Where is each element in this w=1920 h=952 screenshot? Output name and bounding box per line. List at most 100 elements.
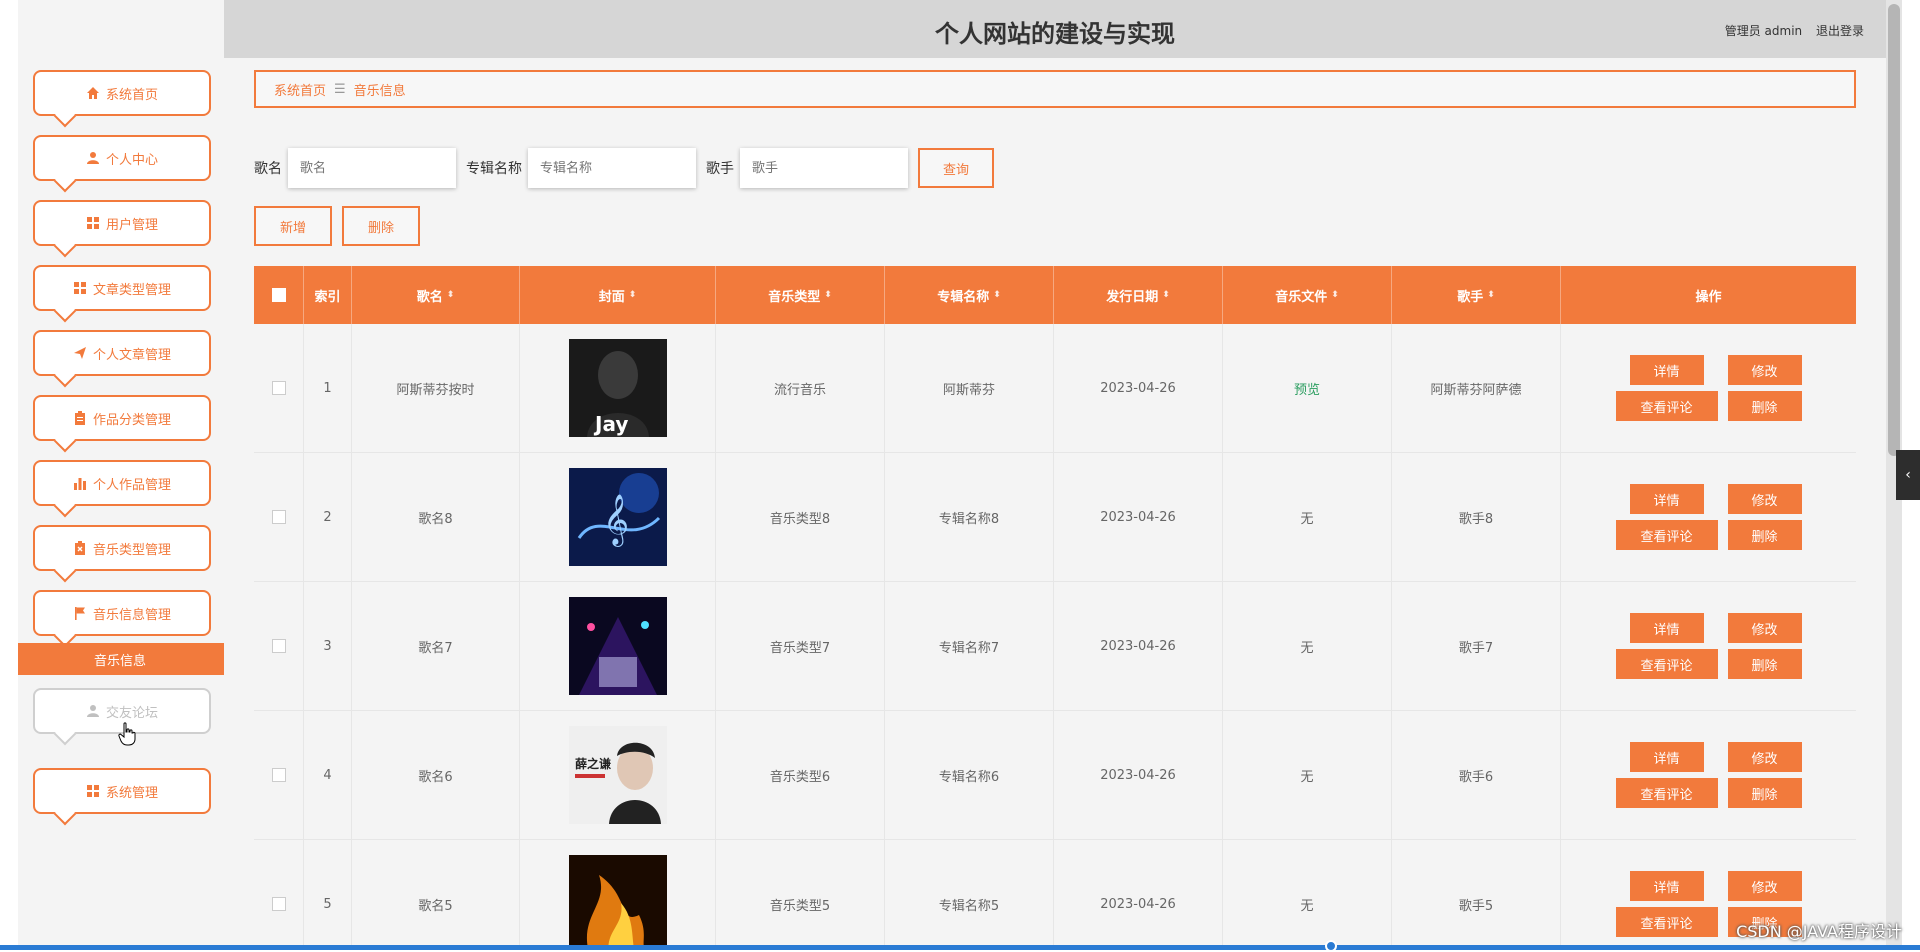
view-comments-button[interactable]: 查看评论 [1615, 520, 1718, 550]
row-file: 无 [1223, 453, 1392, 581]
table-row: 4 歌名6 薛之谦 音乐类型6 专辑名称6 2023-04-26 无 歌手6 详… [254, 711, 1856, 840]
col-song[interactable]: 歌名 ⬍ [352, 266, 520, 324]
col-cover[interactable]: 封面 ⬍ [520, 266, 716, 324]
left-margin [0, 0, 18, 950]
row-date: 2023-04-26 [1054, 840, 1223, 950]
flag-icon [73, 606, 87, 620]
view-comments-button[interactable]: 查看评论 [1615, 907, 1718, 937]
sidebar-item-home[interactable]: 系统首页 [33, 70, 211, 116]
row-checkbox[interactable] [271, 639, 286, 653]
sidebar-item-music-info[interactable]: 音乐信息管理 [33, 590, 211, 636]
sidebar-item-articles[interactable]: 个人文章管理 [33, 330, 211, 376]
grid-icon [86, 216, 100, 230]
edit-button[interactable]: 修改 [1727, 355, 1802, 385]
col-album[interactable]: 专辑名称 ⬍ [885, 266, 1054, 324]
row-index: 5 [304, 840, 352, 950]
sort-icon: ⬍ [993, 290, 1001, 300]
sidebar: 系统首页 个人中心 用户管理 文章类型管理 个人文章管理 作品分类管理 个人作品… [18, 0, 224, 950]
album-label: 专辑名称 [466, 161, 522, 177]
sidebar-subitem-music-info[interactable]: 音乐信息 [18, 643, 224, 675]
sidebar-item-article-types[interactable]: 文章类型管理 [33, 265, 211, 311]
video-progress-bar[interactable] [0, 945, 1920, 950]
col-date[interactable]: 发行日期 ⬍ [1054, 266, 1223, 324]
sidebar-item-music-types[interactable]: 音乐类型管理 [33, 525, 211, 571]
clipboard-x-icon [73, 541, 87, 555]
action-bar: 新增 删除 [254, 206, 420, 246]
scrollbar-thumb[interactable] [1888, 4, 1900, 456]
edit-button[interactable]: 修改 [1727, 742, 1802, 772]
row-singer: 阿斯蒂芬阿萨德 [1392, 324, 1561, 452]
cover-image [568, 855, 667, 950]
row-index: 3 [304, 582, 352, 710]
preview-link[interactable]: 预览 [1294, 379, 1320, 398]
sidebar-item-profile[interactable]: 个人中心 [33, 135, 211, 181]
grid-icon [73, 281, 87, 295]
row-song: 阿斯蒂芬按时 [352, 324, 520, 452]
row-actions: 详情 修改 查看评论 删除 [1615, 484, 1802, 550]
breadcrumb-home[interactable]: 系统首页 [274, 80, 326, 99]
cover-image [568, 597, 667, 695]
singer-input[interactable] [740, 148, 908, 188]
sort-icon: ⬍ [446, 290, 455, 300]
bulk-delete-button[interactable]: 删除 [342, 206, 420, 246]
detail-button[interactable]: 详情 [1629, 484, 1704, 514]
col-file[interactable]: 音乐文件 ⬍ [1223, 266, 1392, 324]
svg-text:薛之谦: 薛之谦 [575, 756, 611, 771]
sort-icon: ⬍ [1331, 290, 1339, 300]
row-actions: 详情 修改 查看评论 删除 [1615, 742, 1802, 808]
album-input[interactable] [528, 148, 696, 188]
edit-button[interactable]: 修改 [1727, 613, 1802, 643]
row-singer: 歌手7 [1392, 582, 1561, 710]
detail-button[interactable]: 详情 [1629, 355, 1704, 385]
detail-button[interactable]: 详情 [1629, 742, 1704, 772]
query-button[interactable]: 查询 [918, 148, 994, 188]
row-song: 歌名5 [352, 840, 520, 950]
select-all-checkbox[interactable] [271, 288, 286, 302]
song-label: 歌名 [254, 161, 282, 177]
row-file: 无 [1223, 711, 1392, 839]
delete-button[interactable]: 删除 [1727, 520, 1802, 550]
progress-handle[interactable] [1325, 940, 1337, 952]
delete-button[interactable]: 删除 [1727, 649, 1802, 679]
row-type: 流行音乐 [716, 324, 885, 452]
table-row: 3 歌名7 音乐类型7 专辑名称7 2023-04-26 无 歌手7 详情 修改… [254, 582, 1856, 711]
row-checkbox[interactable] [271, 510, 286, 524]
song-input[interactable] [288, 148, 456, 188]
row-album: 专辑名称7 [885, 582, 1054, 710]
row-index: 4 [304, 711, 352, 839]
edit-button[interactable]: 修改 [1727, 484, 1802, 514]
row-checkbox[interactable] [271, 381, 286, 395]
add-button[interactable]: 新增 [254, 206, 332, 246]
sidebar-item-system[interactable]: 系统管理 [33, 768, 211, 814]
view-comments-button[interactable]: 查看评论 [1615, 649, 1718, 679]
sidebar-item-work-categories[interactable]: 作品分类管理 [33, 395, 211, 441]
logout-link[interactable]: 退出登录 [1816, 24, 1864, 38]
sidebar-item-works[interactable]: 个人作品管理 [33, 460, 211, 506]
row-singer: 歌手6 [1392, 711, 1561, 839]
delete-button[interactable]: 删除 [1727, 778, 1802, 808]
delete-button[interactable]: 删除 [1727, 391, 1802, 421]
row-singer: 歌手8 [1392, 453, 1561, 581]
row-checkbox[interactable] [271, 897, 286, 911]
chevron-left-icon[interactable]: ‹ [1896, 450, 1920, 500]
sidebar-item-users[interactable]: 用户管理 [33, 200, 211, 246]
view-comments-button[interactable]: 查看评论 [1615, 391, 1718, 421]
paper-plane-icon [73, 346, 87, 360]
row-type: 音乐类型8 [716, 453, 885, 581]
top-bar: 个人网站的建设与实现 管理员 admin 退出登录 [224, 0, 1886, 58]
row-checkbox[interactable] [271, 768, 286, 782]
row-song: 歌名6 [352, 711, 520, 839]
sort-icon: ⬍ [1162, 290, 1170, 300]
clipboard-icon [73, 411, 87, 425]
row-type: 音乐类型6 [716, 711, 885, 839]
row-date: 2023-04-26 [1054, 711, 1223, 839]
view-comments-button[interactable]: 查看评论 [1615, 778, 1718, 808]
cover-image: 𝄞 [568, 468, 667, 566]
col-singer[interactable]: 歌手 ⬍ [1392, 266, 1561, 324]
detail-button[interactable]: 详情 [1629, 613, 1704, 643]
table-row: 5 歌名5 音乐类型5 专辑名称5 2023-04-26 无 歌手5 详情 修改… [254, 840, 1856, 950]
row-album: 专辑名称8 [885, 453, 1054, 581]
edit-button[interactable]: 修改 [1727, 871, 1802, 901]
detail-button[interactable]: 详情 [1629, 871, 1704, 901]
col-type[interactable]: 音乐类型 ⬍ [716, 266, 885, 324]
